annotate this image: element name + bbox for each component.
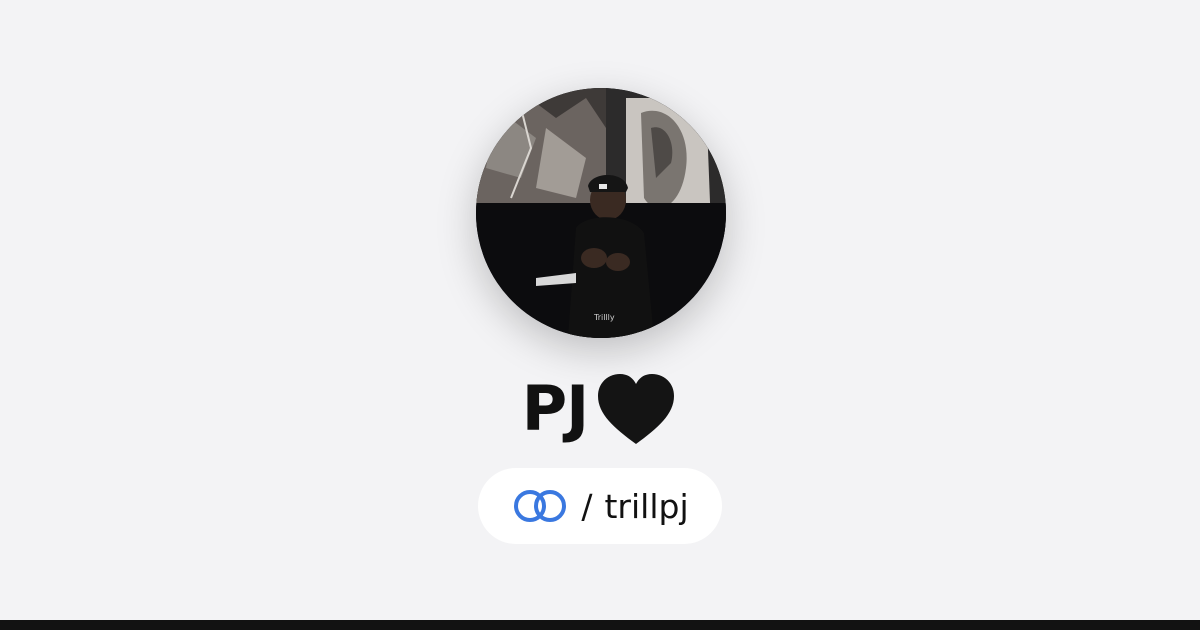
profile-photo: Trillly [476, 88, 726, 338]
avatar: Trillly [476, 88, 726, 338]
handle-username: trillpj [604, 486, 689, 526]
handle-separator: / [581, 486, 593, 526]
bottom-bar [0, 620, 1200, 630]
handle-link[interactable]: / trillpj [478, 468, 722, 544]
name-row: PJ [0, 368, 1200, 448]
display-name: PJ [521, 371, 590, 445]
svg-text:Trillly: Trillly [593, 313, 615, 322]
black-heart-icon [598, 374, 675, 444]
profile-card: Trillly PJ / trillpj [0, 0, 1200, 620]
interlocking-rings-icon [514, 490, 567, 522]
